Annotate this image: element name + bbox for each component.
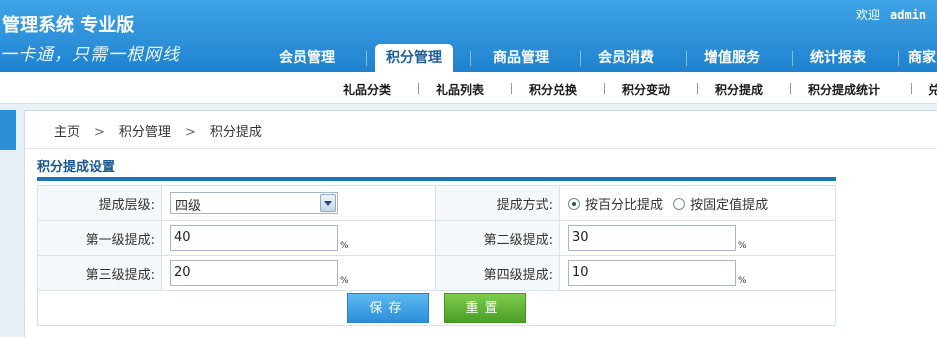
nav-tab-points[interactable]: 积分管理 [375, 44, 453, 72]
mode-option-percent-label: 按百分比提成 [585, 197, 664, 213]
sub-nav-gift-list[interactable]: 礼品列表 [436, 81, 484, 98]
percent-unit: % [340, 275, 349, 286]
welcome-text: 欢迎 [856, 8, 881, 22]
section-underline [37, 177, 836, 181]
mode-option-fixed[interactable]: 按固定值提成 [673, 197, 769, 213]
level4-input[interactable]: 10 [568, 260, 736, 286]
level-label: 提成层级: [37, 185, 162, 221]
level4-cell: 10% [559, 255, 836, 291]
form-row: 第三级提成: 20% 第四级提成: 10% [37, 255, 836, 291]
system-title: 管理系统 专业版 [2, 15, 135, 36]
sub-nav-separator [511, 83, 512, 94]
chevron-down-icon[interactable] [320, 194, 336, 212]
level1-input[interactable]: 40 [170, 225, 338, 251]
username-link[interactable]: admin [890, 8, 926, 22]
breadcrumb-divider [25, 148, 937, 149]
level-select[interactable]: 四级 [170, 192, 338, 214]
nav-separator [470, 51, 471, 66]
sidebar-toggle[interactable] [0, 110, 16, 150]
mode-option-fixed-label: 按固定值提成 [690, 197, 769, 213]
level-select-value: 四级 [175, 199, 202, 214]
mode-label: 提成方式: [435, 185, 560, 221]
reset-button[interactable]: 重置 [443, 293, 526, 323]
mode-cell: 按百分比提成 按固定值提成 [559, 185, 836, 221]
sub-nav: 礼品分类 礼品列表 积分兑换 积分变动 积分提成 积分提成统计 兑 [0, 72, 937, 104]
sub-nav-exchange-more[interactable]: 兑 [928, 81, 937, 98]
form-row: 保存 重置 [37, 290, 836, 326]
level-cell: 四级 [161, 185, 436, 221]
commission-form: 提成层级: 四级 提成方式: 按百分比提成 按固定值提成 第一级提成: 40% … [37, 185, 836, 326]
sub-nav-separator [604, 83, 605, 94]
sub-nav-gift-category[interactable]: 礼品分类 [343, 81, 391, 98]
level2-input[interactable]: 30 [568, 225, 736, 251]
level1-label: 第一级提成: [37, 220, 162, 256]
form-row: 提成层级: 四级 提成方式: 按百分比提成 按固定值提成 [37, 185, 836, 221]
welcome-area: 欢迎 admin [856, 6, 926, 23]
sub-nav-separator [418, 83, 419, 94]
nav-separator [898, 51, 899, 66]
button-row: 保存 重置 [37, 290, 836, 326]
level1-cell: 40% [161, 220, 436, 256]
sub-nav-separator [790, 83, 791, 94]
breadcrumb: 主页 > 积分管理 > 积分提成 [54, 121, 262, 140]
breadcrumb-separator: > [184, 125, 196, 140]
sub-nav-points-commission[interactable]: 积分提成 [715, 81, 763, 98]
breadcrumb-current: 积分提成 [209, 125, 262, 140]
level2-label: 第二级提成: [435, 220, 560, 256]
section-title: 积分提成设置 [37, 160, 116, 175]
nav-tab-goods[interactable]: 商品管理 [476, 44, 566, 72]
radio-unchecked-icon[interactable] [673, 197, 686, 210]
sub-nav-separator [911, 83, 912, 94]
breadcrumb-separator: > [94, 125, 105, 140]
level3-input[interactable]: 20 [170, 260, 338, 286]
sub-nav-separator [697, 83, 698, 94]
level3-cell: 20% [161, 255, 436, 291]
nav-tab-reports[interactable]: 统计报表 [793, 44, 883, 72]
percent-unit: % [738, 240, 747, 251]
mode-option-percent[interactable]: 按百分比提成 [568, 197, 664, 213]
radio-checked-icon[interactable] [568, 197, 580, 210]
form-row: 第一级提成: 40% 第二级提成: 30% [37, 220, 836, 256]
percent-unit: % [340, 240, 349, 251]
nav-tab-member[interactable]: 会员管理 [262, 44, 352, 72]
nav-separator [366, 51, 367, 66]
breadcrumb-home[interactable]: 主页 [54, 125, 80, 140]
nav-tab-merchant[interactable]: 商家 [908, 44, 937, 72]
slogan: 一卡通，只需一根网线 [0, 45, 180, 65]
level3-label: 第三级提成: [37, 255, 162, 291]
app-header: 管理系统 专业版 一卡通，只需一根网线 欢迎 admin 会员管理 积分管理 商品… [0, 0, 937, 72]
nav-tab-value-added[interactable]: 增值服务 [687, 44, 777, 72]
percent-unit: % [738, 275, 747, 286]
level2-cell: 30% [559, 220, 836, 256]
level4-label: 第四级提成: [435, 255, 560, 291]
breadcrumb-points[interactable]: 积分管理 [119, 125, 171, 140]
sub-nav-points-change[interactable]: 积分变动 [622, 81, 670, 98]
content-panel: 主页 > 积分管理 > 积分提成 积分提成设置 提成层级: 四级 提成方式: 按百分比提… [24, 110, 937, 337]
nav-tab-consumption[interactable]: 会员消费 [581, 44, 671, 72]
save-button[interactable]: 保存 [347, 293, 430, 323]
sub-nav-commission-stats[interactable]: 积分提成统计 [808, 81, 880, 98]
sub-nav-points-exchange[interactable]: 积分兑换 [529, 81, 577, 98]
